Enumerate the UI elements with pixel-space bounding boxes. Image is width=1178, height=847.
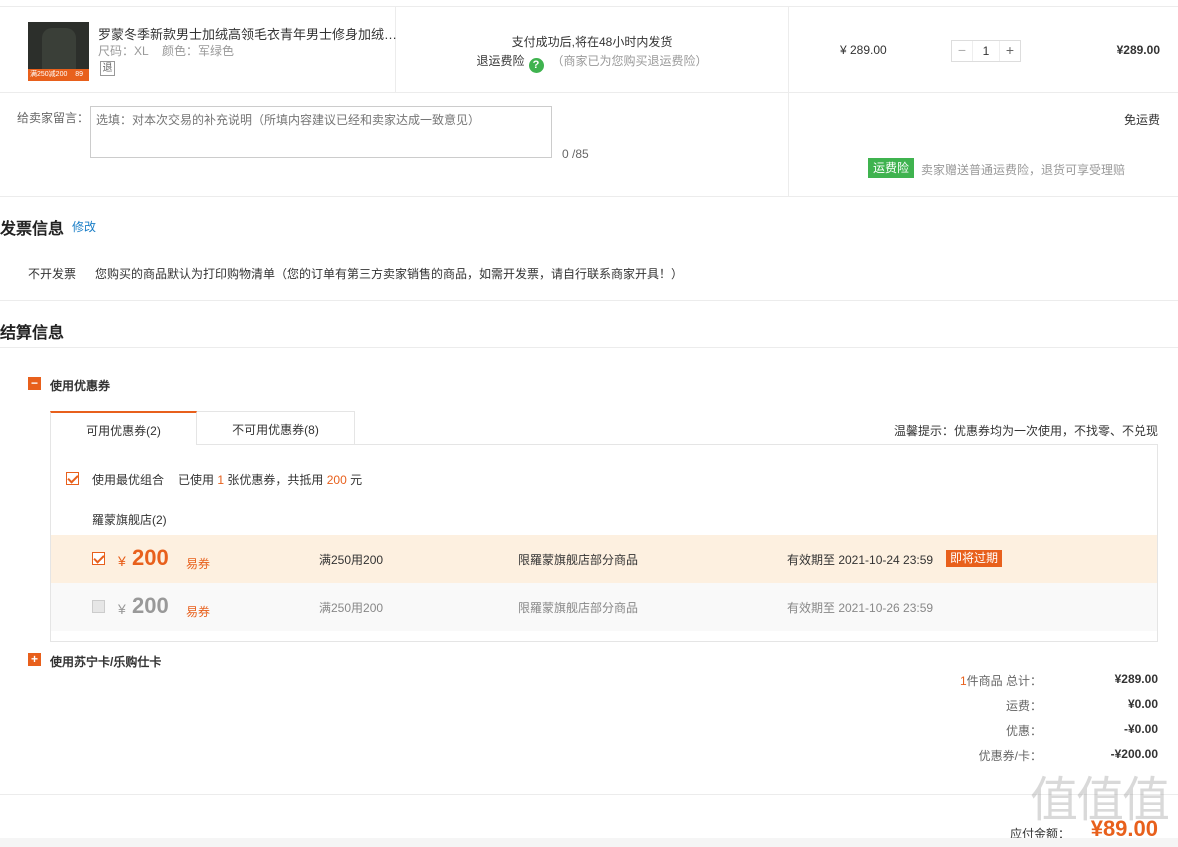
coupon-currency: ¥ (118, 601, 126, 617)
bottom-bar (0, 838, 1178, 847)
coupon-currency: ¥ (118, 553, 126, 569)
best-combo-label: 使用最优组合 (92, 473, 165, 487)
discount-label: 优惠： (1005, 724, 1042, 738)
coupon-checkbox[interactable] (92, 600, 105, 613)
coupon-expiry: 有效期至 2021-10-26 23:59 (787, 601, 934, 615)
message-char-count: 0 /85 (562, 147, 589, 161)
product-color: 颜色：军绿色 (162, 44, 235, 58)
insurance-note: （商家已为您购买退运费险） (551, 54, 708, 68)
insurance-badge: 运费险 (868, 158, 915, 178)
coupon-condition: 满250用200 (319, 601, 384, 615)
coupon-kind: 易券 (186, 605, 211, 619)
shipping-label: 运费： (1005, 699, 1042, 713)
invoice-edit-link[interactable]: 修改 (72, 218, 96, 235)
divider (0, 347, 1178, 348)
help-icon[interactable]: ? (528, 58, 544, 73)
subtotal-label: 1件商品 总计： (959, 674, 1042, 688)
quantity-stepper: − 1 + (951, 40, 1021, 62)
insurance-line: 退运费险? （商家已为您购买退运费险） (396, 52, 788, 73)
decrease-button[interactable]: − (952, 41, 972, 61)
discount-value: -¥0.00 (1123, 722, 1158, 736)
coupon-scope: 限羅蒙旗舰店部分商品 (518, 601, 639, 615)
divider (0, 92, 1178, 93)
coupon-row[interactable]: ¥ 200 易券 满250用200 限羅蒙旗舰店部分商品 有效期至 2021-1… (51, 535, 1157, 583)
collapse-icon[interactable]: − (28, 377, 41, 390)
coupon-tip: 温馨提示：优惠券均为一次使用，不找零、不兑现 (893, 424, 1158, 438)
message-label: 给卖家留言： (17, 111, 90, 125)
expiring-badge: 即将过期 (946, 550, 1003, 567)
invoice-title: 发票信息 (0, 221, 65, 238)
coupon-usage-summary: 已使用 1 张优惠券，共抵用 200 元 (178, 473, 363, 487)
card-section-toggle[interactable]: 使用苏宁卡/乐购仕卡 (50, 653, 161, 670)
tab-unavailable-coupons[interactable]: 不可用优惠券(8) (196, 411, 355, 445)
coupon-section-toggle[interactable]: 使用优惠券 (50, 377, 110, 394)
increase-button[interactable]: + (1000, 41, 1020, 61)
used-coupon-count: 1 (217, 473, 225, 487)
item-count: 1 (959, 674, 967, 688)
coupon-expiry: 有效期至 2021-10-24 23:59 (787, 553, 934, 567)
coupon-amount: 200 (132, 545, 169, 570)
divider (0, 196, 1178, 197)
product-thumbnail[interactable]: 满250减200 89 (28, 22, 89, 81)
product-title[interactable]: 罗蒙冬季新款男士加绒高领毛衣青年男士修身加绒… (98, 24, 397, 43)
divider (0, 300, 1178, 301)
unit-price: ¥ 289.00 (840, 43, 887, 57)
product-spec: 尺码：XL 颜色：军绿色 (98, 42, 244, 59)
used-coupon-amount: 200 (326, 473, 347, 487)
coupon-row[interactable]: ¥ 200 易券 满250用200 限羅蒙旗舰店部分商品 有效期至 2021-1… (51, 583, 1157, 631)
store-label: 羅蒙旗舰店(2) (92, 513, 167, 527)
invoice-type: 不开发票 (28, 267, 77, 281)
insurance-label: 退运费险 (476, 54, 525, 68)
coupon-condition: 满250用200 (319, 553, 384, 567)
divider (0, 794, 1178, 795)
expand-icon[interactable]: + (28, 653, 41, 666)
line-total: ¥289.00 (1116, 43, 1160, 57)
coupon-card-label: 优惠券/卡： (978, 749, 1042, 763)
coupon-scope: 限羅蒙旗舰店部分商品 (518, 553, 639, 567)
best-combo-checkbox[interactable] (66, 472, 79, 485)
insurance-description: 卖家赠送普通运费险，退货可享受理赔 (921, 163, 1126, 177)
settlement-title: 结算信息 (0, 325, 65, 342)
invoice-description: 您购买的商品默认为打印购物清单（您的订单有第三方卖家销售的商品，如需开发票，请自… (95, 267, 684, 281)
free-shipping-label: 免运费 (1123, 113, 1160, 127)
shipping-value: ¥0.00 (1127, 697, 1158, 711)
product-size: 尺码：XL (98, 44, 149, 58)
divider (788, 6, 789, 196)
divider (0, 6, 1178, 7)
coupon-kind: 易券 (186, 557, 211, 571)
seller-message-input[interactable] (90, 106, 552, 158)
return-icon: 退 (100, 61, 115, 76)
quantity-value[interactable]: 1 (972, 41, 1000, 61)
subtotal-value: ¥289.00 (1114, 672, 1158, 686)
coupon-card-value: -¥200.00 (1110, 747, 1158, 761)
promo-tag: 满250减200 89 (28, 69, 89, 81)
tab-available-coupons[interactable]: 可用优惠券(2) (50, 411, 197, 445)
coupon-checkbox[interactable] (92, 552, 105, 565)
coupon-amount: 200 (132, 593, 169, 618)
shipping-promise: 支付成功后,将在48小时内发货 (511, 35, 673, 49)
